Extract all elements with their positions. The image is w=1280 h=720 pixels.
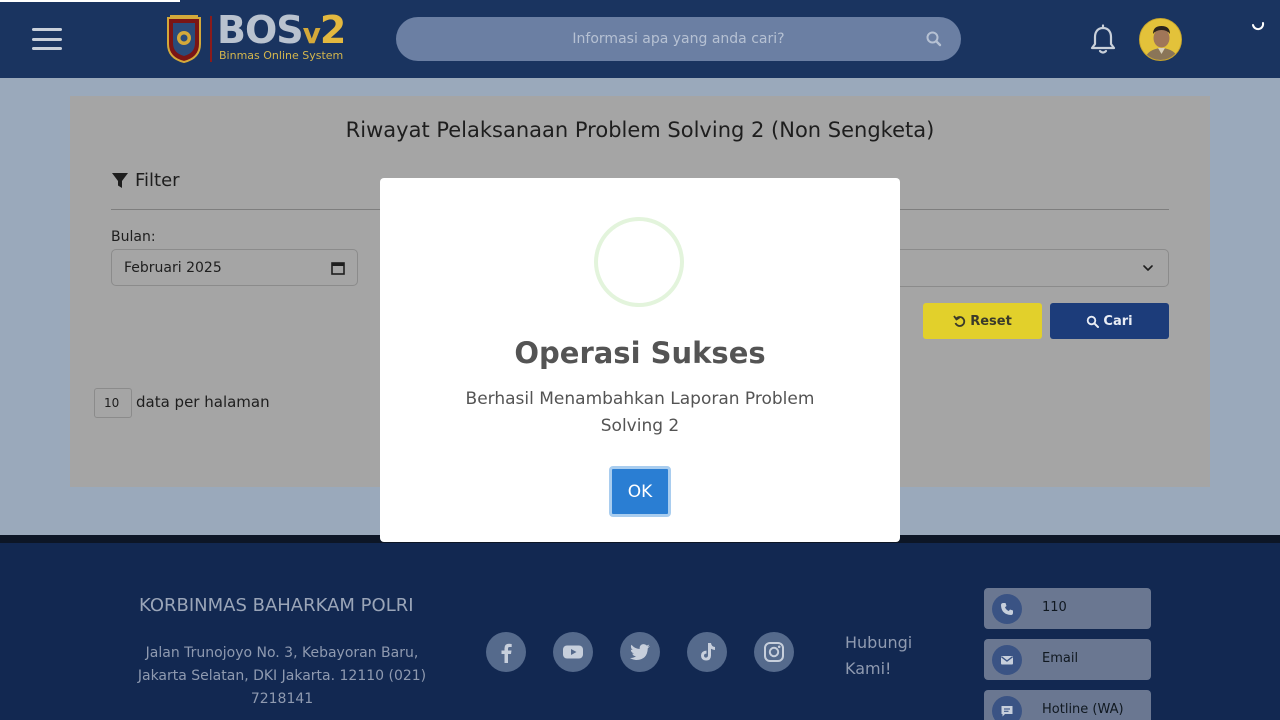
chevron-down-icon [1143,265,1153,271]
hamburger-menu-icon[interactable] [32,28,62,50]
avatar[interactable] [1139,18,1182,61]
contact-phone-label: 110 [1042,600,1067,615]
contact-hotline-label: Hotline (WA) [1042,702,1124,717]
youtube-icon[interactable] [553,632,593,672]
tiktok-icon[interactable] [687,632,727,672]
filter-label: Filter [135,170,180,191]
calendar-icon[interactable] [331,261,345,275]
reset-label: Reset [970,313,1012,329]
ok-button[interactable]: OK [609,466,671,517]
contact-email-label: Email [1042,651,1079,666]
month-value: Februari 2025 [124,259,222,276]
dialog-title: Operasi Sukses [514,336,766,370]
logo-separator [210,16,212,62]
dialog-message: Berhasil Menambahkan Laporan Problem Sol… [465,389,815,436]
reset-button[interactable]: Reset [923,303,1042,339]
facebook-icon[interactable] [486,632,526,672]
contact-hotline[interactable]: Hotline (WA) [984,690,1151,720]
chat-icon [992,696,1022,720]
email-icon [992,645,1022,675]
per-page-select[interactable]: 10 [94,388,132,418]
twitter-icon[interactable] [620,632,660,672]
search-input[interactable] [396,17,961,61]
success-dialog: Operasi Sukses Berhasil Menambahkan Lapo… [380,178,900,542]
footer-org-name: KORBINMAS BAHARKAM POLRI [139,595,414,616]
logo-subtitle: Binmas Online System [219,49,344,62]
bulan-label: Bulan: [111,229,156,245]
filter-icon [112,172,128,188]
user-photo-icon [1140,19,1181,60]
month-input[interactable]: Februari 2025 [111,249,358,286]
footer-address: Jalan Trunojoyo No. 3, Kebayoran Baru, J… [137,645,427,707]
bell-icon[interactable] [1088,24,1118,56]
contact-heading: Hubungi Kami! [845,633,913,678]
top-navbar: BOSv2 Binmas Online System [0,0,1280,78]
per-page-label: data per halaman [136,393,270,411]
filter-heading: Filter [111,170,180,191]
instagram-icon[interactable] [754,632,794,672]
app-logo[interactable]: BOSv2 Binmas Online System [164,8,354,66]
search-icon [1087,315,1100,328]
page-loading-bar [0,0,180,2]
loading-spinner-icon [1252,22,1265,31]
search-button[interactable]: Cari [1050,303,1169,339]
phone-icon [992,594,1022,624]
success-icon [594,217,684,307]
police-emblem-icon [167,15,201,64]
contact-email[interactable]: Email [984,639,1151,680]
filter-select[interactable] [880,249,1169,287]
page-title: Riwayat Pelaksanaan Problem Solving 2 (N… [345,118,935,142]
search-icon[interactable] [925,30,943,48]
search-bar [396,17,961,61]
contact-phone[interactable]: 110 [984,588,1151,629]
undo-icon [953,314,966,327]
search-button-label: Cari [1103,313,1133,329]
